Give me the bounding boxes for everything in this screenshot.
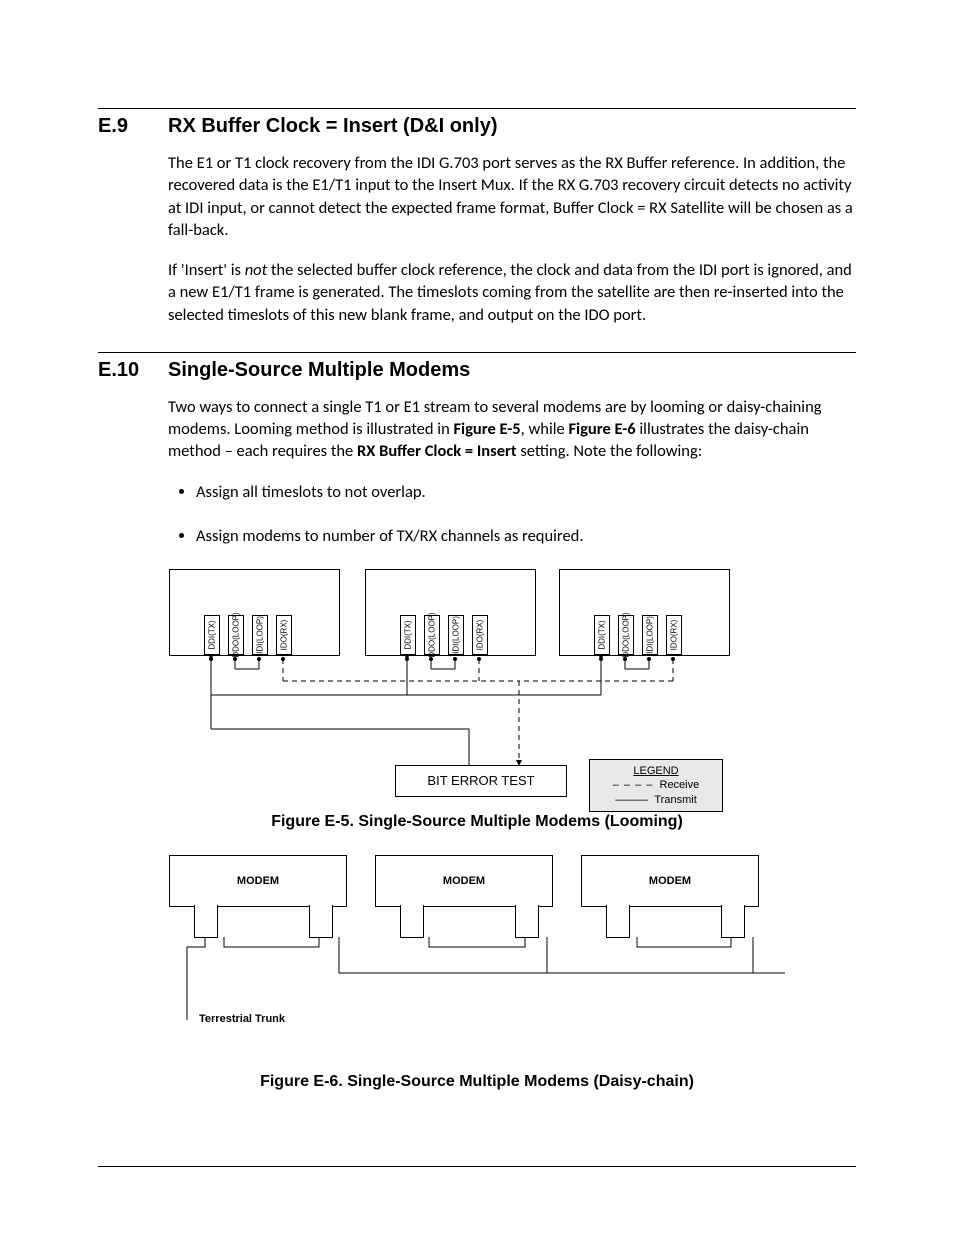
port-stub (515, 905, 539, 938)
section-number: E.10 (98, 359, 168, 382)
figure-caption: Figure E-6. Single-Source Multiple Modem… (98, 1073, 856, 1091)
paragraph: If 'Insert' is not the selected buffer c… (168, 259, 856, 326)
modem-box: DDI(TX) DDO(LOOP) IDI(LOOP) IDO(RX) (365, 569, 536, 656)
section-rule (98, 352, 856, 353)
section-rule (98, 108, 856, 109)
footer-rule (98, 1166, 856, 1167)
port-stub (721, 905, 745, 938)
modem-box: DDI(TX) DDO(LOOP) IDI(LOOP) IDO(RX) (559, 569, 730, 656)
section-title: RX Buffer Clock = Insert (D&I only) (168, 115, 498, 138)
port-stub (309, 905, 333, 938)
terrestrial-trunk-label: Terrestrial Trunk (199, 1013, 285, 1025)
port-stub (606, 905, 630, 938)
modem-box: MODEM (169, 855, 347, 907)
figure-e6: MODEM MODEM MODEM Terrestrial Trunk (98, 855, 856, 1045)
modem-box: MODEM (375, 855, 553, 907)
modem-box: MODEM (581, 855, 759, 907)
section-body: The E1 or T1 clock recovery from the IDI… (168, 152, 856, 326)
port-stub (400, 905, 424, 938)
section-body: Two ways to connect a single T1 or E1 st… (168, 396, 856, 463)
legend-box: LEGEND – – – – Receive ——— Transmit (589, 759, 723, 812)
bit-error-test-box: BIT ERROR TEST (395, 765, 567, 797)
section-heading-e10: E.10 Single-Source Multiple Modems (98, 359, 856, 382)
figure-caption: Figure E-5. Single-Source Multiple Modem… (98, 813, 856, 831)
paragraph: The E1 or T1 clock recovery from the IDI… (168, 152, 856, 241)
page: E.9 RX Buffer Clock = Insert (D&I only) … (0, 0, 954, 1235)
paragraph: Two ways to connect a single T1 or E1 st… (168, 396, 856, 463)
port-stub (194, 905, 218, 938)
list-item: Assign all timeslots to not overlap. (196, 481, 856, 503)
modem-box: DDI(TX) DDO(LOOP) IDI(LOOP) IDO(RX) (169, 569, 340, 656)
bullet-list: Assign all timeslots to not overlap. Ass… (168, 481, 856, 548)
section-title: Single-Source Multiple Modems (168, 359, 470, 382)
section-heading-e9: E.9 RX Buffer Clock = Insert (D&I only) (98, 115, 856, 138)
list-item: Assign modems to number of TX/RX channel… (196, 525, 856, 547)
figure-e5: DDI(TX) DDO(LOOP) IDI(LOOP) IDO(RX) DDI(… (98, 569, 856, 803)
section-number: E.9 (98, 115, 168, 138)
